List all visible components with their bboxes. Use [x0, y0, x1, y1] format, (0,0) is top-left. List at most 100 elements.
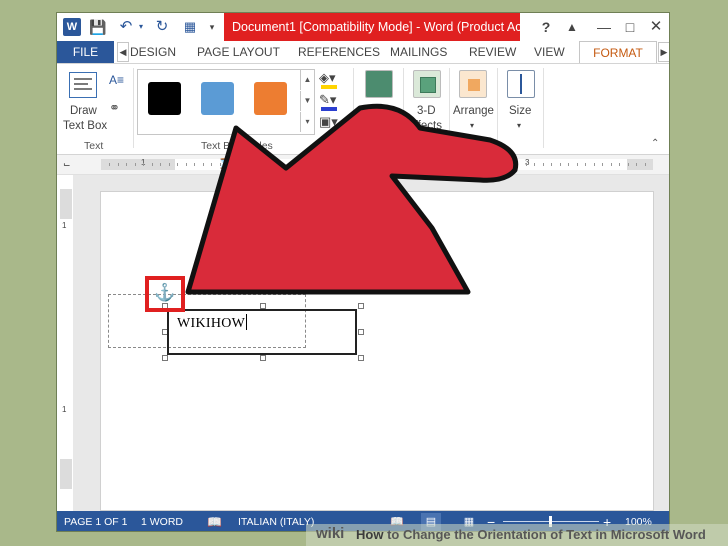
ruler-tick [406, 163, 408, 166]
arrange-icon[interactable] [459, 70, 487, 98]
resize-handle[interactable] [162, 355, 168, 361]
resize-handle[interactable] [260, 355, 266, 361]
tab-page-layout[interactable]: PAGE LAYOUT [197, 41, 280, 63]
collapse-ribbon-icon[interactable]: ⌃ [651, 138, 659, 149]
ruler-tick [347, 163, 348, 166]
gallery-up-icon[interactable]: ▲ [300, 70, 314, 90]
ruler-tick [619, 163, 620, 166]
tab-mailings[interactable]: MAILINGS [390, 41, 447, 63]
draw-text-box-label-line1[interactable]: Draw [70, 104, 97, 118]
horizontal-ruler: ⌙ 1 1 2 3 ⌛ [57, 155, 669, 175]
text-box-styles-gallery: ▲ ▼ ▾ [137, 69, 315, 135]
shadow-effects-icon[interactable] [365, 70, 393, 98]
ruler-tick [287, 163, 289, 166]
vertical-ruler-strip: 1 1 [60, 219, 72, 459]
text-direction-icon[interactable]: A≡ [109, 71, 127, 89]
group-divider [133, 68, 134, 148]
tab-references[interactable]: REFERENCES [298, 41, 380, 63]
ruler-tick [151, 163, 153, 166]
ruler-tick [194, 163, 195, 166]
proofing-icon[interactable]: 📖 [207, 511, 222, 531]
language-indicator[interactable]: ITALIAN (ITALY) [238, 511, 314, 531]
watermark-logo: wiki [316, 525, 345, 542]
gallery-down-icon[interactable]: ▼ [300, 91, 314, 111]
tab-scroll-left-icon[interactable]: ◀ [117, 42, 129, 62]
ruler-tick [313, 163, 314, 166]
tab-scroll-right-icon[interactable]: ▶ [658, 42, 669, 62]
text-box[interactable]: WIKIHOW [167, 309, 357, 355]
ruler-tick [219, 163, 221, 166]
customize-toolbar-icon[interactable]: ▾ [207, 17, 217, 37]
undo-dropdown-icon[interactable]: ▾ [137, 17, 145, 37]
word-count[interactable]: 1 WORD [141, 511, 183, 531]
anchor-icon[interactable]: ⚓ [154, 282, 176, 304]
style-swatch-black[interactable] [148, 82, 181, 115]
style-swatch-orange[interactable] [254, 82, 287, 115]
watermark-title: How to Change the Orientation of Text in… [356, 527, 706, 542]
3d-effects-label-line1[interactable]: 3-D [417, 104, 436, 118]
group-divider [403, 68, 404, 148]
resize-handle[interactable] [358, 355, 364, 361]
ruler-tick [185, 163, 187, 166]
save-icon[interactable]: 💾 [89, 17, 107, 37]
shadow-effects-label-line2[interactable]: ts [379, 119, 388, 133]
vertical-ruler: 1 1 [60, 189, 72, 489]
minimize-icon[interactable]: — [593, 17, 615, 37]
maximize-icon[interactable]: □ [619, 17, 641, 37]
help-button[interactable]: ? [535, 17, 557, 37]
size-label[interactable]: Size [509, 104, 531, 118]
ruler-tick [262, 163, 263, 166]
draw-text-box-icon[interactable] [69, 72, 97, 98]
ruler-tick [389, 163, 391, 166]
ruler-tick [457, 163, 459, 166]
tab-selector-icon[interactable]: ⌙ [63, 159, 73, 169]
vertical-ruler-number: 1 [62, 405, 67, 414]
size-icon[interactable] [507, 70, 535, 98]
draw-text-box-label-line2[interactable]: Text Box [63, 119, 107, 133]
tab-file[interactable]: FILE [57, 41, 114, 63]
shadow-effects-label-line1[interactable]: ow [375, 104, 390, 118]
gallery-more-icon[interactable]: ▾ [300, 112, 314, 132]
tab-view[interactable]: VIEW [534, 41, 565, 63]
ruler-tick [236, 163, 238, 166]
tab-design[interactable]: DESIGN [130, 41, 176, 63]
arrange-label[interactable]: Arrange [453, 104, 494, 118]
ruler-tick [398, 163, 399, 166]
tab-review[interactable]: REVIEW [469, 41, 516, 63]
undo-icon[interactable]: ↶ [117, 17, 135, 37]
3d-effects-label-line2[interactable]: Effects [407, 119, 442, 133]
ruler-tick [627, 163, 629, 166]
ruler-tick [270, 163, 272, 166]
ruler-tick [508, 163, 510, 166]
ruler-strip[interactable]: 1 1 2 3 ⌛ [101, 158, 653, 170]
ruler-tick [415, 163, 416, 166]
text-box-content[interactable]: WIKIHOW [177, 314, 248, 332]
text-group-label: Text [84, 140, 104, 152]
size-dropdown-icon[interactable]: ▾ [517, 119, 521, 133]
group-divider [353, 68, 354, 148]
ruler-tick [143, 163, 144, 166]
link-icon[interactable]: ⚭ [109, 100, 127, 116]
resize-handle[interactable] [358, 303, 364, 309]
ruler-tick [330, 163, 331, 166]
ruler-tick [296, 163, 297, 166]
window-title: Document1 [Compatibility Mode] - Word (P… [224, 13, 520, 41]
ribbon-display-options-icon[interactable]: ▲ [561, 17, 583, 37]
ruler-tick [109, 163, 110, 166]
style-swatch-blue[interactable] [201, 82, 234, 115]
shape-effects-icon[interactable]: ▣▾ [319, 113, 347, 131]
close-button[interactable]: ✕ [645, 17, 667, 37]
ruler-tick [449, 163, 450, 166]
page-count[interactable]: PAGE 1 OF 1 [64, 511, 127, 531]
ruler-tick [525, 163, 527, 166]
tab-format[interactable]: FORMAT [579, 41, 657, 63]
resize-handle[interactable] [358, 329, 364, 335]
ruler-tick [245, 163, 246, 166]
touch-mode-icon[interactable]: ▦ [181, 17, 199, 37]
ruler-tick [474, 163, 476, 166]
word-window: W 💾 ↶ ▾ ↻ ▦ ▾ Document1 [Compatibility M… [56, 12, 670, 532]
ruler-tick [491, 163, 493, 166]
3d-effects-icon[interactable] [413, 70, 441, 98]
arrange-dropdown-icon[interactable]: ▾ [470, 119, 474, 133]
redo-icon[interactable]: ↻ [153, 17, 171, 37]
